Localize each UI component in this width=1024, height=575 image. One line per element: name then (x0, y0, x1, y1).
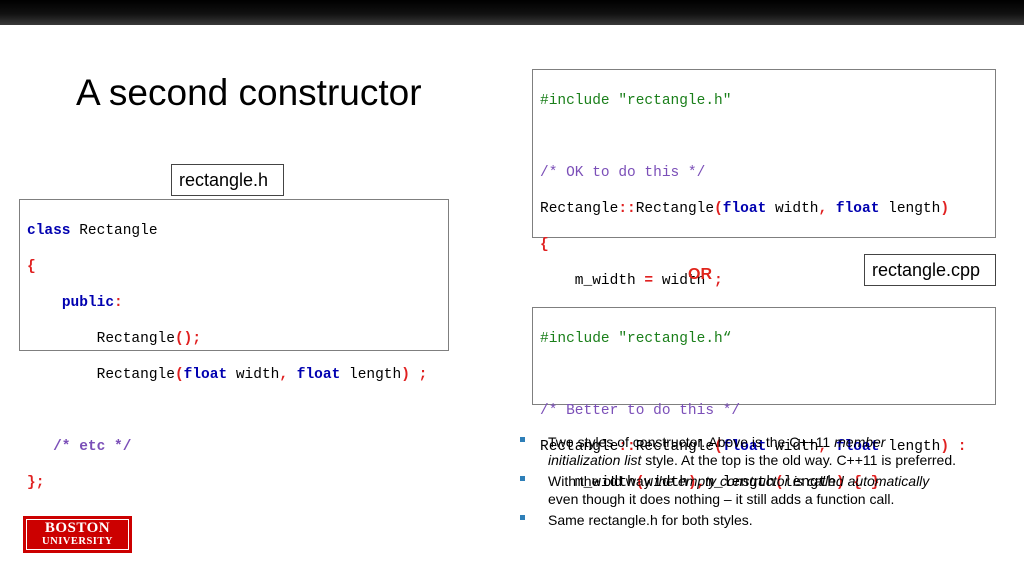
punct: = (644, 273, 654, 289)
code-text: width (227, 367, 280, 383)
code-text: Rectangle (70, 223, 158, 239)
punct: , (279, 367, 289, 383)
punct: ( (714, 201, 723, 217)
code-line: Rectangle(); (27, 330, 441, 348)
bullet-emphasis: the empty constructor is called automati… (654, 473, 930, 489)
bullet-text: Two styles of constructor. Above is the … (548, 434, 835, 450)
punct: (); (174, 331, 202, 347)
code-text: Rectangle (635, 201, 715, 217)
punct: , (818, 201, 828, 217)
code-line: { (27, 258, 441, 276)
include-directive: #include "rectangle.h“ (540, 331, 732, 347)
keyword: float (296, 367, 341, 383)
bullet-text: style. At the top is the old way. C++11 … (641, 452, 957, 468)
header-code-block: class Rectangle { public: Rectangle(); R… (19, 199, 449, 491)
header-file-label: rectangle.h (171, 164, 284, 196)
code-text: width (766, 201, 819, 217)
code-line: /* OK to do this */ (540, 164, 988, 182)
brace: { (27, 259, 36, 275)
cpp-old-style-code-block: #include "rectangle.h" /* OK to do this … (532, 69, 996, 361)
keyword: float (722, 201, 767, 217)
punct: ; (714, 273, 723, 289)
comment: /* etc */ (53, 439, 132, 455)
bullet-square-icon (520, 437, 525, 442)
bullet-square-icon (520, 476, 525, 481)
code-line: public: (27, 294, 441, 312)
bullet-item: Two styles of constructor. Above is the … (520, 433, 960, 469)
code-text: Rectangle (540, 201, 619, 217)
or-label: OR (688, 266, 712, 283)
code-line: #include "rectangle.h“ (540, 330, 988, 348)
code-text: m_width (540, 273, 645, 289)
brace: }; (27, 475, 45, 491)
keyword: public (61, 295, 115, 311)
code-text: length (879, 201, 941, 217)
punct: ( (174, 367, 184, 383)
top-banner (0, 0, 1024, 25)
bullet-text: With the old way (548, 473, 655, 489)
code-text: length (340, 367, 402, 383)
punct: : (114, 295, 123, 311)
code-line: /* etc */ (27, 438, 441, 456)
boston-university-logo: BOSTON UNIVERSITY (23, 516, 132, 553)
slide-title: A second constructor (76, 72, 422, 113)
code-line: class Rectangle (27, 222, 441, 240)
bullet-item: Same rectangle.h for both styles. (520, 511, 960, 529)
bullet-item: With the old way the empty constructor i… (520, 472, 960, 508)
keyword: float (835, 201, 880, 217)
code-line: Rectangle(float width, float length) ; (27, 366, 441, 384)
bullet-text: even though it does nothing – it still a… (548, 491, 895, 507)
include-directive: #include "rectangle.h" (540, 93, 732, 109)
code-text: Rectangle (27, 367, 175, 383)
punct: ) (940, 201, 950, 217)
code-line: { (540, 236, 988, 254)
logo-line-1: BOSTON (44, 520, 111, 536)
code-line: #include "rectangle.h" (540, 92, 988, 110)
keyword: float (183, 367, 228, 383)
bullet-text: Same rectangle.h for both styles. (548, 512, 753, 528)
cpp-initializer-list-code-block: #include "rectangle.h“ /* Better to do t… (532, 307, 996, 491)
cpp-file-label: rectangle.cpp (864, 254, 996, 286)
bullet-square-icon (520, 515, 525, 520)
logo-line-2: UNIVERSITY (42, 536, 113, 547)
code-line: }; (27, 474, 441, 492)
keyword: class (27, 223, 71, 239)
comment: /* Better to do this */ (540, 403, 741, 419)
notes-bullet-list: Two styles of constructor. Above is the … (520, 433, 960, 532)
punct: :: (618, 201, 636, 217)
code-text: Rectangle (27, 331, 175, 347)
brace: { (540, 237, 549, 253)
punct: ) ; (401, 367, 428, 383)
comment: /* OK to do this */ (540, 165, 706, 181)
code-line: Rectangle::Rectangle(float width, float … (540, 200, 988, 218)
code-line: /* Better to do this */ (540, 402, 988, 420)
